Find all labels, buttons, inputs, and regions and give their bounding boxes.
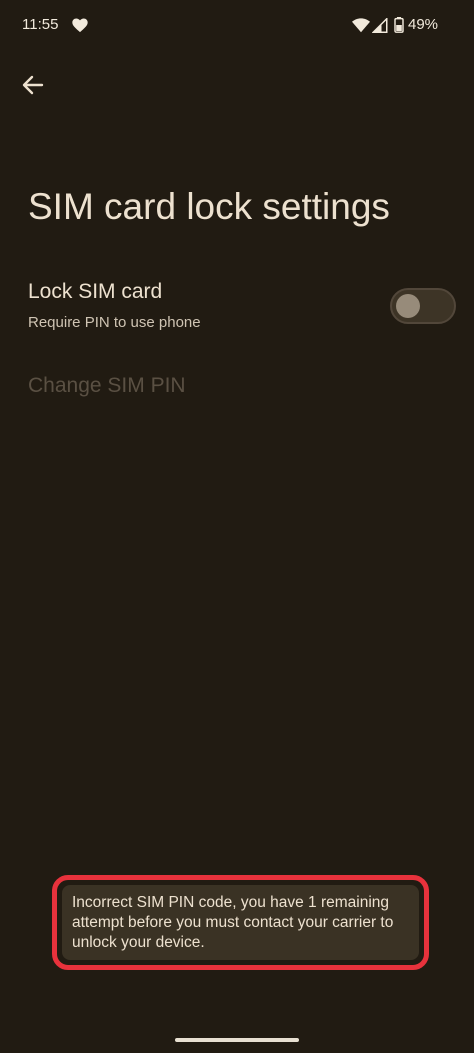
- status-time: 11:55: [22, 16, 59, 33]
- home-indicator[interactable]: [175, 1038, 299, 1042]
- page-title: SIM card lock settings: [28, 186, 390, 227]
- error-toast-message: Incorrect SIM PIN code, you have 1 remai…: [72, 894, 394, 951]
- battery-icon: [394, 17, 404, 33]
- status-bar: 11:55 49%: [0, 0, 474, 52]
- lock-sim-card-summary: Require PIN to use phone: [28, 314, 201, 331]
- toggle-thumb: [396, 294, 420, 318]
- screen: 11:55 49% SIM card lock settings Lock SI…: [0, 0, 474, 1053]
- arrow-left-icon: [22, 75, 44, 95]
- heart-icon: [72, 18, 88, 33]
- error-toast: Incorrect SIM PIN code, you have 1 remai…: [62, 885, 419, 960]
- lock-sim-card-setting[interactable]: Lock SIM card Require PIN to use phone: [0, 270, 474, 348]
- battery-percentage: 49%: [408, 16, 439, 33]
- wifi-icon: [352, 18, 370, 33]
- lock-sim-card-toggle[interactable]: [390, 288, 456, 324]
- back-button[interactable]: [14, 66, 52, 104]
- lock-sim-card-title: Lock SIM card: [28, 280, 163, 303]
- change-sim-pin-item: Change SIM PIN: [28, 374, 186, 397]
- signal-icon: [372, 18, 388, 33]
